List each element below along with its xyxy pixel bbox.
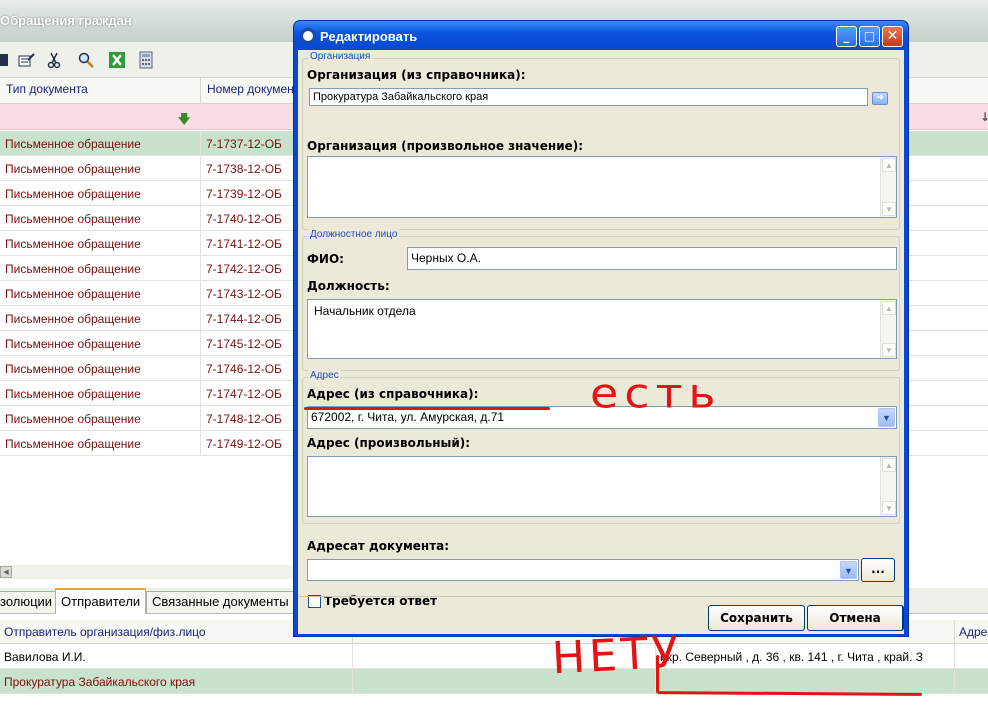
doc-type-cell: Письменное обращение (0, 356, 201, 381)
column-header-doc-number[interactable]: Номер докумен (201, 78, 301, 104)
annotation-exists: есть (590, 368, 722, 418)
horizontal-scrollbar[interactable]: ◀ (0, 565, 300, 579)
vertical-scrollbar[interactable]: ▲ ▼ (880, 300, 896, 358)
doc-number-cell: 7-1745-12-ОБ (206, 337, 282, 351)
column-header-doc-type[interactable]: Тип документа (0, 78, 201, 104)
close-icon[interactable]: ✕ (882, 26, 903, 47)
doc-type-cell: Письменное обращение (0, 156, 201, 181)
dialog-titlebar[interactable]: Редактировать _ □ ✕ (294, 21, 908, 50)
minimize-icon[interactable]: _ (836, 26, 857, 47)
dialog-body: Организация Организация (из справочника)… (298, 50, 904, 634)
position-value: Начальник отдела (314, 304, 416, 318)
footer-separator (298, 596, 904, 597)
position-field[interactable]: Начальник отдела ▲ ▼ (307, 299, 897, 359)
arrow-right-icon[interactable]: ➜ (872, 92, 888, 105)
column-header-address[interactable]: Адре (955, 620, 988, 644)
doc-type-cell: Письменное обращение (0, 231, 201, 256)
doc-number-cell: 7-1741-12-ОБ (206, 237, 282, 251)
doc-number-cell: 7-1749-12-ОБ (206, 437, 282, 451)
fio-label: ФИО: (307, 252, 344, 266)
doc-number-cell: 7-1746-12-ОБ (206, 362, 282, 376)
org-free-field[interactable]: ▲ ▼ (307, 156, 897, 218)
position-label: Должность: (307, 279, 390, 293)
doc-number-cell: 7-1737-12-ОБ (206, 137, 282, 151)
scroll-down-icon[interactable]: ▼ (882, 501, 896, 515)
save-button[interactable]: Сохранить (708, 605, 805, 631)
group-title-official: Должностное лицо (308, 229, 400, 240)
app-logo-icon (300, 28, 316, 44)
doc-type-cell: Письменное обращение (0, 406, 201, 431)
scroll-down-icon[interactable]: ▼ (882, 202, 896, 216)
recipient-label: Адресат документа: (307, 539, 450, 553)
doc-number-cell: 7-1747-12-ОБ (206, 387, 282, 401)
scroll-up-icon[interactable]: ▲ (882, 458, 896, 472)
addr-free-label: Адрес (произвольный): (307, 436, 471, 450)
addr-free-field[interactable]: ▲ ▼ (307, 456, 897, 517)
doc-type-cell: Письменное обращение (0, 281, 201, 306)
doc-type-cell: Письменное обращение (0, 306, 201, 331)
sender-address: икр. Северный , д. 36 , кв. 141 , г. Чит… (656, 644, 955, 669)
underline-annotation (304, 407, 550, 410)
browse-button[interactable]: ... (861, 558, 895, 582)
doc-number-cell: 7-1744-12-ОБ (206, 312, 282, 326)
scroll-left-icon[interactable]: ◀ (0, 566, 12, 578)
org-ref-field[interactable]: Прокуратура Забайкальского края (309, 88, 868, 106)
search-icon[interactable] (77, 51, 95, 69)
cancel-button[interactable]: Отмена (807, 605, 904, 631)
doc-type-cell: Письменное обращение (0, 206, 201, 231)
doc-type-cell: Письменное обращение (0, 131, 201, 156)
recipient-combobox[interactable]: ▼ (307, 559, 859, 581)
doc-number-cell: 7-1748-12-ОБ (206, 412, 282, 426)
doc-number-cell: 7-1739-12-ОБ (206, 187, 282, 201)
sender-row[interactable]: Вавилова И.И. икр. Северный , д. 36 , кв… (0, 644, 988, 669)
sender-row[interactable]: Прокуратура Забайкальского края (0, 669, 988, 694)
vertical-scrollbar[interactable]: ▲ ▼ (880, 157, 896, 217)
filter-arrow-icon[interactable]: 🡇 (178, 110, 190, 131)
save-icon[interactable] (0, 51, 12, 69)
chevron-down-icon[interactable]: ▼ (840, 561, 857, 579)
scroll-up-icon[interactable]: ▲ (882, 158, 896, 172)
doc-number-cell: 7-1742-12-ОБ (206, 262, 282, 276)
addr-ref-value: 672002, г. Чита, ул. Амурская, д.71 (311, 410, 505, 424)
scroll-up-icon[interactable]: ▲ (882, 301, 896, 315)
tab-related-docs[interactable]: Связанные документы (146, 591, 295, 613)
chevron-down-icon[interactable]: ▼ (878, 408, 895, 427)
cut-icon[interactable] (45, 51, 63, 69)
sender-name: Прокуратура Забайкальского края (0, 669, 353, 694)
doc-type-cell: Письменное обращение (0, 431, 201, 456)
group-title-organization: Организация (308, 51, 373, 62)
underline-annotation (656, 691, 923, 696)
sender-address (656, 669, 955, 694)
excel-icon[interactable] (108, 51, 126, 69)
dialog-title: Редактировать (320, 29, 418, 44)
org-free-label: Организация (произвольное значение): (307, 139, 584, 153)
edit-icon[interactable] (17, 51, 35, 69)
doc-type-cell: Письменное обращение (0, 256, 201, 281)
doc-number-cell: 7-1738-12-ОБ (206, 162, 282, 176)
bracket-annotation (656, 655, 659, 693)
doc-number-cell: 7-1743-12-ОБ (206, 287, 282, 301)
doc-type-cell: Письменное обращение (0, 381, 201, 406)
tab-senders[interactable]: Отправители (55, 588, 147, 614)
tab-resolutions[interactable]: золюции (0, 591, 59, 613)
calculator-icon[interactable] (137, 51, 155, 69)
doc-number-cell: 7-1740-12-ОБ (206, 212, 282, 226)
addr-ref-label: Адрес (из справочника): (307, 387, 479, 401)
annotation-missing: НЕТУ (550, 626, 684, 685)
scroll-down-icon[interactable]: ▼ (882, 343, 896, 357)
column-header-extra[interactable]: и (896, 78, 988, 104)
vertical-scrollbar[interactable]: ▲ ▼ (880, 457, 896, 516)
org-ref-label: Организация (из справочника): (307, 68, 526, 82)
doc-type-cell: Письменное обращение (0, 181, 201, 206)
group-title-address: Адрес (308, 370, 341, 381)
filter-arrow-icon[interactable]: ↓ (980, 110, 988, 124)
sender-name: Вавилова И.И. (0, 644, 353, 669)
app-title: Обращения граждан (0, 13, 132, 28)
doc-type-cell: Письменное обращение (0, 331, 201, 356)
fio-field[interactable]: Черных О.А. (407, 247, 897, 270)
maximize-icon[interactable]: □ (859, 26, 880, 47)
edit-dialog: Редактировать _ □ ✕ Организация Организа… (293, 20, 909, 637)
